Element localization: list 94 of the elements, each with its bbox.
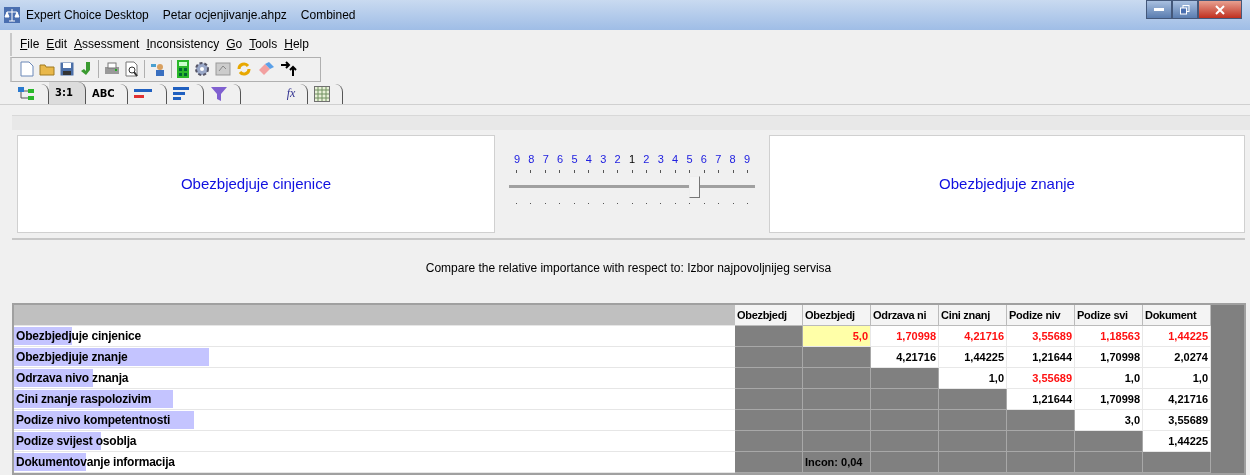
judgment-cell[interactable]: 1,0 [1075, 368, 1143, 389]
close-button[interactable] [1198, 0, 1242, 19]
row-label[interactable]: Odrzava nivo znanja [14, 371, 129, 385]
judgment-cell[interactable]: 1,18563 [1075, 326, 1143, 347]
judgment-cell[interactable]: 1,0 [1143, 368, 1211, 389]
scale-number: 5 [570, 152, 579, 165]
document-icon[interactable] [215, 62, 231, 77]
judgment-cell[interactable]: 3,0 [1075, 410, 1143, 431]
judgment-cell[interactable]: 1,21644 [1007, 389, 1075, 410]
judgment-cell[interactable]: 1,70998 [871, 326, 939, 347]
judgment-cell[interactable]: 4,21716 [1143, 389, 1211, 410]
scale-number: 8 [728, 152, 737, 165]
judgment-cell[interactable]: 3,55689 [1007, 326, 1075, 347]
column-header: Podize niv [1007, 305, 1075, 326]
judgment-cell[interactable]: 1,44225 [939, 347, 1007, 368]
scale-number: 9 [513, 152, 521, 165]
judgment-cell[interactable]: 1,44225 [1143, 326, 1211, 347]
scale-number: 4 [584, 152, 593, 165]
scale-number: 6 [556, 152, 565, 165]
mode-label: Combined [300, 7, 356, 22]
check-arrow-icon[interactable] [79, 61, 93, 78]
scale-number: 2 [642, 152, 651, 165]
menu-item[interactable]: Inconsistency [146, 37, 220, 52]
file-name: Petar ocjenjivanje.ahpz [162, 7, 287, 22]
scale-number: 6 [699, 152, 708, 165]
column-header: Obezbjedj [803, 305, 871, 326]
calculator-icon[interactable] [177, 60, 189, 79]
print-preview-icon[interactable] [125, 61, 139, 78]
right-element-panel[interactable]: Obezbjedjuje znanje [769, 134, 1245, 233]
judgment-cell[interactable]: 4,21716 [871, 347, 939, 368]
hierarchy-icon [18, 86, 36, 101]
judgment-cell[interactable]: 5,0 [803, 326, 871, 347]
menu-item[interactable]: Assessment [74, 37, 140, 52]
menu-item[interactable]: Edit [46, 37, 68, 52]
arrows-icon[interactable] [280, 61, 298, 78]
restore-button[interactable] [1172, 0, 1198, 19]
window-title: Expert Choice Desktop [26, 7, 149, 22]
scale-number: 5 [685, 152, 694, 165]
scale-number: 3 [656, 152, 665, 165]
right-element-label: Obezbjedjuje znanje [939, 175, 1075, 193]
view-tab[interactable]: 3:1 [49, 81, 86, 104]
column-header: Odrzava ni [871, 305, 939, 326]
column-header: Podize svi [1075, 305, 1143, 326]
menu-item[interactable]: Go [226, 37, 243, 52]
printer-icon[interactable] [104, 62, 120, 77]
scale-number: 1 [628, 152, 636, 165]
gear-icon[interactable] [194, 61, 210, 78]
menu-item[interactable]: Help [284, 37, 309, 52]
person-icon[interactable] [150, 61, 166, 78]
sorted-bars-icon [172, 86, 191, 101]
judgment-cell[interactable]: 1,44225 [1143, 431, 1211, 452]
row-label[interactable]: Dokumentovanje informacija [14, 455, 175, 469]
column-header: Cini znanj [939, 305, 1007, 326]
judgment-cell[interactable]: 3,55689 [1143, 410, 1211, 431]
slider-thumb[interactable] [688, 175, 700, 198]
comparison-prompt: Compare the relative importance with respect to: Izbor najpovoljnijeg servisa [425, 260, 832, 275]
scale-number: 3 [599, 152, 608, 165]
minimize-icon [1154, 7, 1164, 12]
menu-item[interactable]: File [20, 37, 40, 52]
restore-icon [1180, 4, 1190, 15]
left-element-label: Obezbjedjuje cinjenice [180, 175, 332, 193]
judgment-cell[interactable]: 1,70998 [1075, 389, 1143, 410]
close-icon [1215, 4, 1225, 15]
scale-number: 9 [743, 152, 751, 165]
judgment-cell[interactable]: 4,21716 [939, 326, 1007, 347]
column-header: Dokument [1143, 305, 1211, 326]
grid-icon [314, 85, 331, 102]
judgment-cell[interactable]: 3,55689 [1007, 368, 1075, 389]
scale-number: 7 [714, 152, 723, 165]
left-element-panel[interactable]: Obezbjedjuje cinjenice [17, 134, 495, 233]
eraser-icon[interactable] [257, 61, 275, 78]
row-label[interactable]: Podize svijest osoblja [14, 434, 137, 448]
open-folder-icon[interactable] [39, 62, 55, 77]
row-label[interactable]: Cini znanje raspolozivim [14, 392, 152, 406]
judgment-cell[interactable]: 1,70998 [1075, 347, 1143, 368]
bars-icon [133, 87, 154, 100]
minimize-button[interactable] [1146, 0, 1172, 19]
judgment-cell[interactable]: 1,0 [939, 368, 1007, 389]
scale-number: 7 [541, 152, 550, 165]
scales-icon [4, 6, 20, 23]
new-file-icon[interactable] [20, 61, 34, 78]
judgment-cell[interactable]: 1,21644 [1007, 347, 1075, 368]
menu-item[interactable]: Tools [249, 37, 278, 52]
judgment-cell[interactable]: 2,0274 [1143, 347, 1211, 368]
column-header: Obezbjedj [735, 305, 803, 326]
save-icon[interactable] [60, 62, 74, 77]
funnel-icon [209, 85, 228, 102]
row-label[interactable]: Podize nivo kompetentnosti [14, 413, 171, 427]
row-label[interactable]: Obezbjedjuje cinjenice [14, 329, 141, 343]
row-label[interactable]: Obezbjedjuje znanje [14, 350, 128, 364]
scale-number: 2 [613, 152, 622, 165]
scale-number: 8 [527, 152, 536, 165]
inconsistency-cell: Incon: 0,04 [803, 452, 871, 473]
scale-number: 4 [671, 152, 680, 165]
